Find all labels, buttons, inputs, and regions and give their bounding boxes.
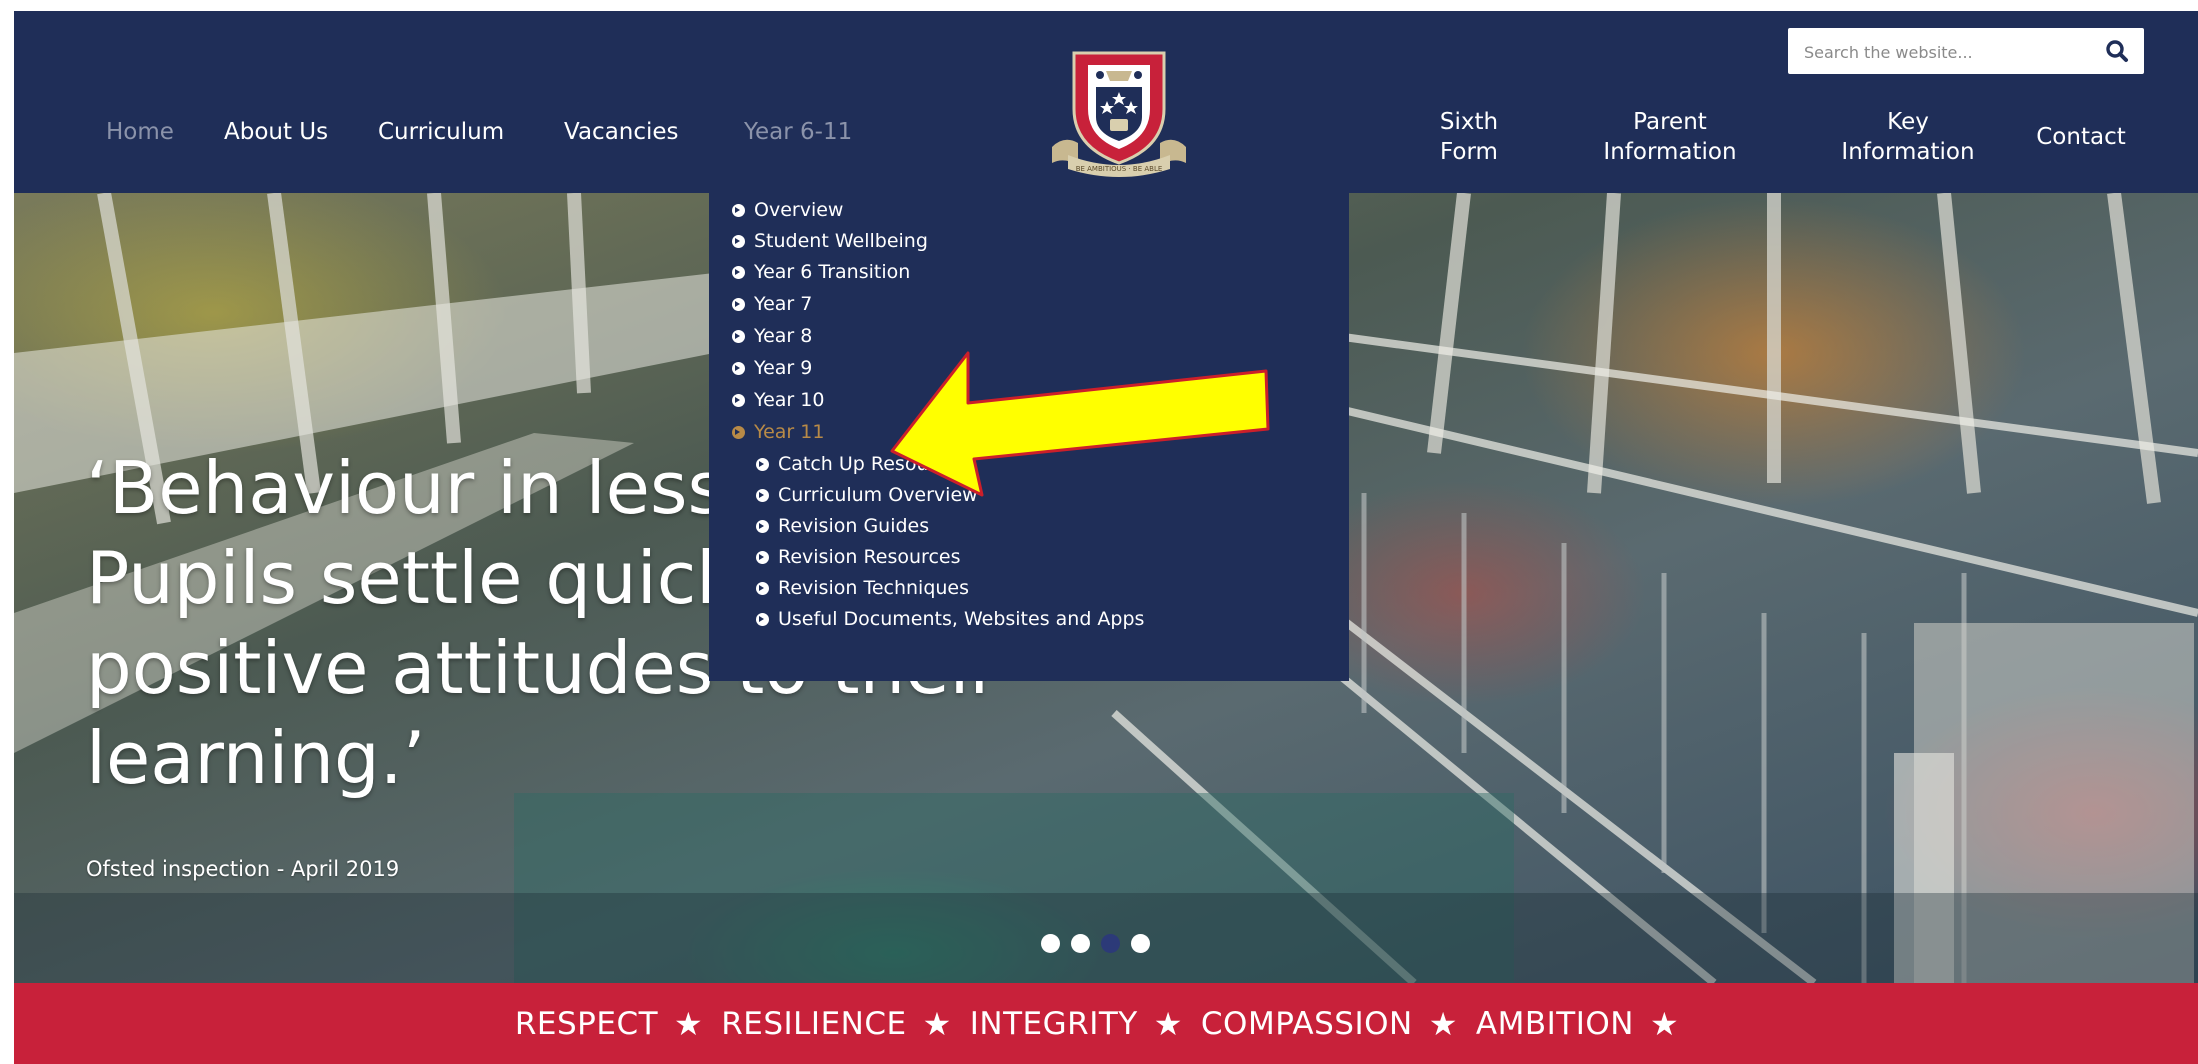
- nav-key-information-line1: Key: [1887, 109, 1929, 135]
- dropdown-subitem-revision-resources[interactable]: Revision Resources: [756, 546, 960, 568]
- dropdown-item-label: Year 11: [754, 421, 825, 443]
- chevron-right-icon: [732, 425, 745, 439]
- chevron-right-icon: [756, 457, 769, 471]
- chevron-right-icon: [732, 203, 745, 217]
- hero-quote-source: Ofsted inspection - April 2019: [86, 857, 400, 881]
- dropdown-subitem-label: Revision Guides: [778, 515, 930, 537]
- dropdown-subitem-useful-documents[interactable]: Useful Documents, Websites and Apps: [756, 608, 1144, 630]
- dropdown-item-label: Student Wellbeing: [754, 230, 928, 252]
- chevron-right-icon: [756, 488, 769, 502]
- slider-dot-2[interactable]: [1071, 934, 1090, 953]
- value-ambition: AMBITION ★: [1476, 1005, 1697, 1043]
- value-compassion: COMPASSION ★: [1201, 1005, 1476, 1043]
- svg-text:BE AMBITIOUS · BE ABLE: BE AMBITIOUS · BE ABLE: [1076, 165, 1163, 173]
- value-label: RESPECT: [514, 1005, 659, 1042]
- value-resilience: RESILIENCE ★: [721, 1005, 970, 1043]
- nav-vacancies[interactable]: Vacancies: [564, 119, 679, 145]
- value-label: RESILIENCE: [721, 1005, 907, 1042]
- nav-key-information[interactable]: Key Information: [1828, 107, 1988, 167]
- dropdown-item-label: Overview: [754, 199, 844, 221]
- chevron-right-icon: [756, 519, 769, 533]
- dropdown-subitem-label: Revision Resources: [778, 546, 961, 568]
- dropdown-item-year-11[interactable]: Year 11: [732, 421, 824, 443]
- chevron-right-icon: [756, 581, 769, 595]
- school-crest-logo[interactable]: BE AMBITIOUS · BE ABLE: [1044, 47, 1194, 181]
- dropdown-item-label: Year 10: [754, 389, 825, 411]
- dropdown-item-label: Year 6 Transition: [754, 261, 911, 283]
- dropdown-item-label: Year 8: [754, 325, 813, 347]
- chevron-right-icon: [732, 265, 745, 279]
- chevron-right-icon: [732, 393, 745, 407]
- nav-parent-information[interactable]: Parent Information: [1590, 107, 1750, 167]
- nav-sixth-form[interactable]: Sixth Form: [1424, 107, 1514, 167]
- slider-dot-1[interactable]: [1041, 934, 1060, 953]
- search-icon: [2106, 40, 2128, 62]
- nav-home[interactable]: Home: [106, 119, 174, 145]
- chevron-right-icon: [756, 612, 769, 626]
- nav-parent-information-line1: Parent: [1633, 109, 1707, 135]
- yellow-arrow-annotation: [890, 351, 1270, 497]
- chevron-right-icon: [732, 234, 745, 248]
- slider-dots: [1041, 934, 1150, 953]
- star-icon: ★: [1153, 1004, 1183, 1043]
- dropdown-item-year-8[interactable]: Year 8: [732, 325, 812, 347]
- chevron-right-icon: [732, 361, 745, 375]
- dropdown-item-year-6-transition[interactable]: Year 6 Transition: [732, 261, 910, 283]
- nav-year-6-11[interactable]: Year 6-11: [744, 119, 852, 145]
- chevron-right-icon: [756, 550, 769, 564]
- nav-about-us[interactable]: About Us: [224, 119, 328, 145]
- school-values-bar: RESPECT ★ RESILIENCE ★ INTEGRITY ★ COMPASSI…: [14, 983, 2198, 1064]
- dropdown-subitem-label: Useful Documents, Websites and Apps: [778, 608, 1145, 630]
- search-button[interactable]: [2100, 35, 2134, 67]
- nav-key-information-line2: Information: [1841, 139, 1975, 165]
- dropdown-subitem-revision-guides[interactable]: Revision Guides: [756, 515, 929, 537]
- search-input[interactable]: [1802, 36, 2076, 68]
- nav-sixth-form-line1: Sixth: [1439, 109, 1499, 135]
- page: ‘Behaviour in lessons is good. Pupils se…: [14, 11, 2198, 1064]
- star-icon: ★: [674, 1004, 704, 1043]
- search-box: [1788, 28, 2144, 74]
- dropdown-item-overview[interactable]: Overview: [732, 199, 843, 221]
- site-header: Home About Us Curriculum Vacancies Year …: [14, 11, 2198, 193]
- value-label: AMBITION: [1475, 1005, 1634, 1042]
- nav-sixth-form-line2: Form: [1440, 139, 1498, 165]
- dropdown-item-label: Year 9: [754, 357, 813, 379]
- value-label: INTEGRITY: [969, 1005, 1138, 1042]
- star-icon: ★: [1428, 1004, 1458, 1043]
- slider-dot-3[interactable]: [1101, 934, 1120, 953]
- star-icon: ★: [1649, 1004, 1680, 1043]
- slider-dot-4[interactable]: [1131, 934, 1150, 953]
- dropdown-subitem-label: Revision Techniques: [778, 577, 970, 599]
- chevron-right-icon: [732, 329, 745, 343]
- star-icon: ★: [922, 1004, 952, 1043]
- nav-curriculum[interactable]: Curriculum: [378, 119, 504, 145]
- nav-contact[interactable]: Contact: [2026, 122, 2136, 152]
- dropdown-item-year-10[interactable]: Year 10: [732, 389, 824, 411]
- value-label: COMPASSION: [1200, 1005, 1413, 1042]
- dropdown-item-year-7[interactable]: Year 7: [732, 293, 812, 315]
- value-integrity: INTEGRITY ★: [970, 1005, 1201, 1043]
- chevron-right-icon: [732, 297, 745, 311]
- dropdown-item-label: Year 7: [754, 293, 813, 315]
- dropdown-item-student-wellbeing[interactable]: Student Wellbeing: [732, 230, 928, 252]
- dropdown-item-year-9[interactable]: Year 9: [732, 357, 812, 379]
- nav-parent-information-line2: Information: [1603, 139, 1737, 165]
- dropdown-subitem-revision-techniques[interactable]: Revision Techniques: [756, 577, 969, 599]
- value-respect: RESPECT ★: [515, 1005, 721, 1043]
